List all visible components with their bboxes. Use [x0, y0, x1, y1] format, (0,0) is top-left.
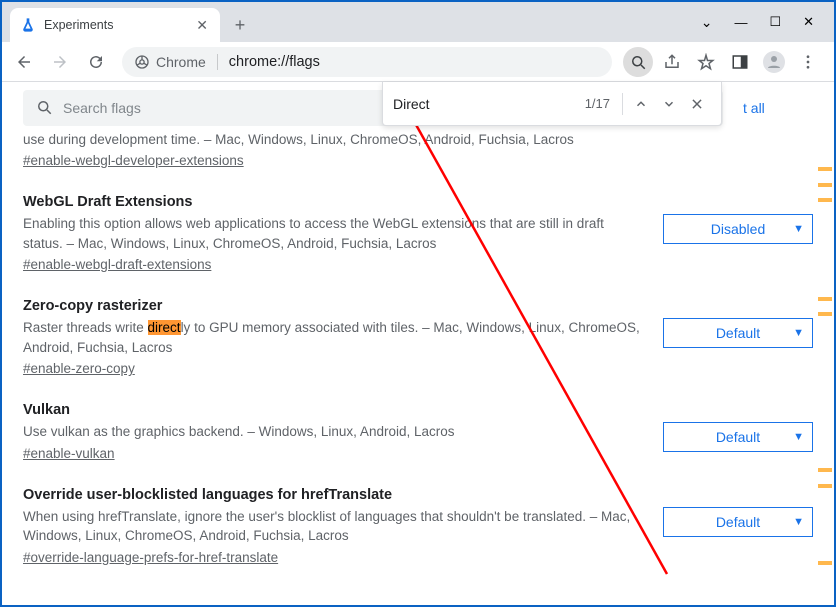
flag-anchor[interactable]: #enable-webgl-developer-extensions	[23, 153, 244, 168]
find-query[interactable]: Direct	[393, 96, 585, 112]
chrome-chip-label: Chrome	[156, 54, 206, 70]
kebab-menu-icon[interactable]	[792, 46, 824, 78]
scrollbar-match-ticks	[816, 84, 832, 603]
flag-select[interactable]: Default ▼	[663, 318, 813, 348]
flag-select[interactable]: Disabled ▼	[663, 214, 813, 244]
flag-desc: Raster threads write directly to GPU mem…	[23, 318, 643, 357]
flag-anchor[interactable]: #override-language-prefs-for-href-transl…	[23, 550, 278, 565]
browser-tab[interactable]: Experiments ✕	[10, 8, 220, 42]
flag-item: WebGL Draft Extensions Enabling this opt…	[23, 170, 813, 274]
close-icon[interactable]: ✕	[803, 14, 814, 30]
flag-item: Override user-blocklisted languages for …	[23, 463, 813, 567]
find-prev-button[interactable]	[627, 90, 655, 118]
titlebar: Experiments ✕ + ⌄ — ☐ ✕	[2, 2, 834, 42]
flag-select-value: Default	[716, 325, 760, 341]
chevron-down-icon[interactable]: ⌄	[701, 14, 713, 31]
flag-item: Vulkan Use vulkan as the graphics backen…	[23, 378, 813, 463]
omnibox[interactable]: Chrome chrome://flags	[122, 47, 612, 77]
find-highlight: direct	[148, 320, 181, 335]
search-icon	[35, 98, 53, 119]
toolbar: Chrome chrome://flags	[2, 42, 834, 82]
flag-title: Zero-copy rasterizer	[23, 298, 643, 314]
side-panel-icon[interactable]	[724, 46, 756, 78]
flag-title: Override user-blocklisted languages for …	[23, 487, 643, 503]
share-icon[interactable]	[656, 46, 688, 78]
tab-title: Experiments	[44, 18, 113, 32]
flag-item: Zero-copy rasterizer Raster threads writ…	[23, 274, 813, 378]
tab-close-icon[interactable]: ✕	[194, 15, 210, 36]
find-close-button[interactable]	[683, 90, 711, 118]
bookmark-icon[interactable]	[690, 46, 722, 78]
flag-select[interactable]: Default ▼	[663, 422, 813, 452]
window-controls: ⌄ — ☐ ✕	[701, 2, 828, 42]
find-in-page-bar: Direct 1/17	[382, 82, 722, 126]
flag-desc: Enabling this option allows web applicat…	[23, 214, 643, 253]
flag-select-value: Default	[716, 514, 760, 530]
truncated-prev-desc: use during development time. – Mac, Wind…	[23, 132, 813, 147]
chevron-down-icon: ▼	[793, 327, 804, 339]
flag-anchor[interactable]: #enable-webgl-draft-extensions	[23, 257, 211, 272]
chrome-chip: Chrome	[134, 54, 206, 70]
flag-select[interactable]: Default ▼	[663, 507, 813, 537]
chrome-icon	[134, 54, 150, 70]
maximize-icon[interactable]: ☐	[769, 14, 781, 30]
new-tab-button[interactable]: +	[226, 11, 254, 39]
flag-select-value: Disabled	[711, 221, 765, 237]
minimize-icon[interactable]: —	[734, 15, 747, 30]
chevron-down-icon: ▼	[793, 431, 804, 443]
find-toolbar-button[interactable]	[622, 46, 654, 78]
forward-button[interactable]	[44, 46, 76, 78]
find-next-button[interactable]	[655, 90, 683, 118]
reset-all-button[interactable]: t all	[733, 94, 775, 122]
omnibox-sep	[217, 54, 218, 70]
profile-avatar[interactable]	[758, 46, 790, 78]
flag-select-value: Default	[716, 429, 760, 445]
chevron-down-icon: ▼	[793, 223, 804, 235]
flag-title: Vulkan	[23, 402, 643, 418]
flag-anchor[interactable]: #enable-zero-copy	[23, 361, 135, 376]
flag-desc: Use vulkan as the graphics backend. – Wi…	[23, 422, 643, 442]
flask-icon	[20, 17, 36, 33]
reload-button[interactable]	[80, 46, 112, 78]
flag-title: WebGL Draft Extensions	[23, 194, 643, 210]
find-count: 1/17	[585, 96, 610, 111]
chevron-down-icon: ▼	[793, 516, 804, 528]
back-button[interactable]	[8, 46, 40, 78]
flags-search-placeholder: Search flags	[63, 100, 141, 116]
content-viewport: Search flags t all use during developmen…	[4, 84, 832, 603]
omnibox-url: chrome://flags	[229, 54, 320, 70]
flag-desc: When using hrefTranslate, ignore the use…	[23, 507, 643, 546]
flag-anchor[interactable]: #enable-vulkan	[23, 446, 115, 461]
